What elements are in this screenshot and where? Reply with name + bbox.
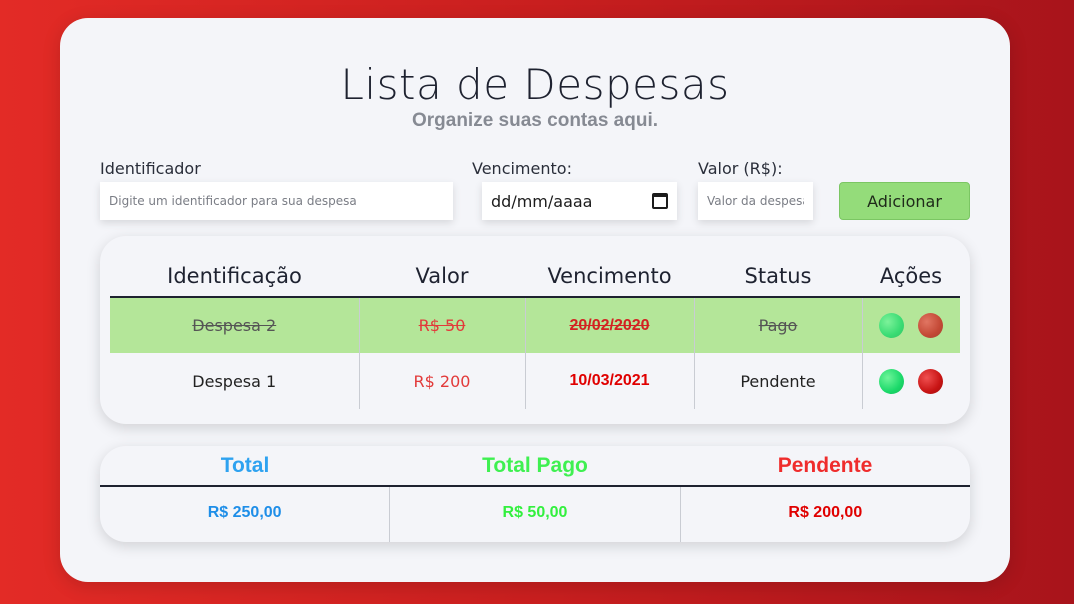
row-value: R$ 200 <box>359 353 526 409</box>
row-actions <box>862 353 960 409</box>
col-due: Vencimento <box>525 236 694 298</box>
row-status: Pendente <box>694 353 863 409</box>
total-label: Total <box>220 454 270 477</box>
add-button[interactable]: Adicionar <box>839 182 970 220</box>
total-value: R$ 250,00 <box>100 487 391 542</box>
row-actions <box>862 297 960 353</box>
col-actions: Ações <box>862 236 960 298</box>
identifier-input[interactable] <box>100 182 453 220</box>
row-due: 10/03/2021 <box>525 353 695 409</box>
total-paid-label: Total Pago <box>482 454 588 477</box>
delete-icon[interactable] <box>918 368 944 394</box>
due-date-label: Vencimento: <box>472 159 572 178</box>
totals-panel: Total Total Pago Pendente R$ 250,00 R$ 5… <box>100 446 970 542</box>
page-subtitle: Organize suas contas aqui. <box>411 110 659 131</box>
row-name: Despesa 1 <box>110 353 360 409</box>
page-title: Lista de Despesas <box>340 60 730 109</box>
value-label: Valor (R$): <box>698 159 783 178</box>
col-identification: Identificação <box>110 236 359 298</box>
table-row: Despesa 2 R$ 50 20/02/2020 Pago <box>110 297 960 353</box>
row-status: Pago <box>694 297 863 353</box>
row-name: Despesa 2 <box>110 297 360 353</box>
row-due: 20/02/2020 <box>525 297 695 353</box>
mark-paid-icon[interactable] <box>879 313 905 338</box>
due-date-value: dd/mm/aaaa <box>491 191 593 211</box>
expense-table: Identificação Valor Vencimento Status Aç… <box>110 236 960 409</box>
pending-label: Pendente <box>777 454 873 477</box>
expense-list-panel: Identificação Valor Vencimento Status Aç… <box>100 236 970 424</box>
delete-icon[interactable] <box>918 313 944 338</box>
pending-value: R$ 200,00 <box>788 504 863 521</box>
main-card: Lista de Despesas Organize suas contas a… <box>60 18 1010 582</box>
table-row: Despesa 1 R$ 200 10/03/2021 Pendente <box>110 353 960 409</box>
totals-values: R$ 250,00 R$ 50,00 R$ 200,00 <box>100 487 970 542</box>
due-date-input[interactable]: dd/mm/aaaa <box>482 182 677 220</box>
col-value: Valor <box>359 236 525 298</box>
mark-paid-icon[interactable] <box>879 368 905 394</box>
table-header-row: Identificação Valor Vencimento Status Aç… <box>110 236 960 298</box>
col-status: Status <box>694 236 862 298</box>
total-paid-value: R$ 50,00 <box>390 487 681 542</box>
identifier-label: Identificador <box>100 159 201 178</box>
calendar-icon[interactable] <box>652 193 668 209</box>
totals-header: Total Total Pago Pendente <box>100 446 970 487</box>
value-input[interactable] <box>698 182 813 220</box>
row-value: R$ 50 <box>359 297 526 353</box>
